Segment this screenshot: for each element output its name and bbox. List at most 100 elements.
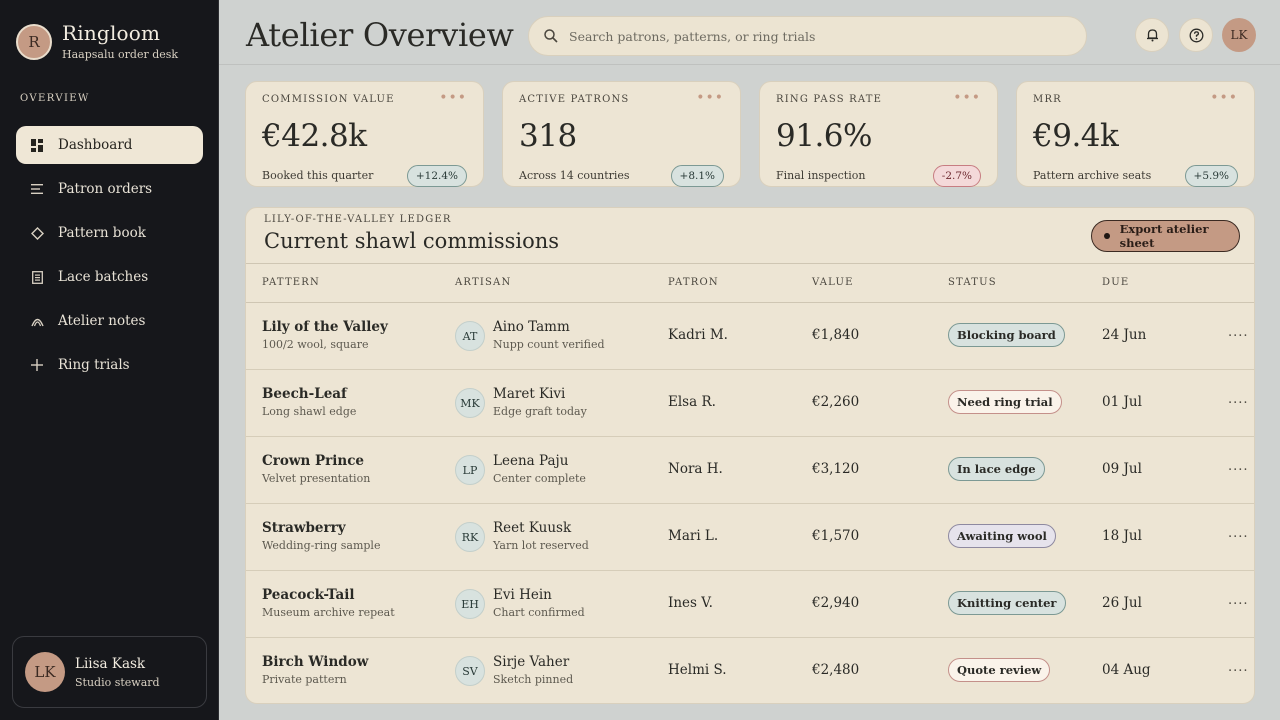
patron-name: Mari L. [668, 528, 719, 544]
sidebar-item-lace-batches[interactable]: Lace batches [16, 258, 203, 296]
due-date: 18 Jul [1102, 528, 1142, 544]
kpi-delta-badge: -2.7% [932, 165, 981, 187]
commissions-panel: LILY-OF-THE-VALLEY LEDGER Current shawl … [245, 207, 1255, 704]
sidebar-item-label: Ring trials [58, 357, 130, 373]
sidebar-nav: Dashboard Patron orders Pattern book Lac… [16, 126, 203, 390]
commission-value: €2,480 [812, 662, 860, 678]
patron-name: Elsa R. [668, 394, 716, 410]
list-icon [30, 182, 44, 196]
avatar: LP [455, 455, 485, 485]
more-icon[interactable]: ••• [439, 90, 467, 106]
sidebar-item-ring-trials[interactable]: Ring trials [16, 346, 203, 384]
artisan-name: Evi Hein [493, 587, 552, 603]
user-card[interactable]: LK Liisa Kask Studio steward [12, 636, 207, 708]
table-row[interactable]: Peacock-Tail Museum archive repeat EH Ev… [246, 571, 1254, 638]
more-icon[interactable]: .... [1228, 660, 1249, 675]
sidebar-item-label: Dashboard [58, 137, 133, 153]
column-header[interactable]: DUE [1102, 277, 1129, 288]
commission-value: €3,120 [812, 461, 860, 477]
kpi-card-active-patrons: ACTIVE PATRONS ••• 318 Across 14 countri… [502, 81, 741, 187]
table-row[interactable]: Strawberry Wedding-ring sample RK Reet K… [246, 504, 1254, 571]
status-badge: In lace edge [948, 457, 1045, 481]
column-header[interactable]: ARTISAN [455, 277, 511, 288]
artisan-note: Edge graft today [493, 405, 587, 418]
sidebar-item-atelier-notes[interactable]: Atelier notes [16, 302, 203, 340]
more-icon[interactable]: ••• [1210, 90, 1238, 106]
artisan-note: Sketch pinned [493, 673, 574, 686]
commission-value: €2,260 [812, 394, 860, 410]
pattern-detail: Wedding-ring sample [262, 539, 381, 552]
table-row[interactable]: Lily of the Valley 100/2 wool, square AT… [246, 303, 1254, 370]
export-button-label: Export atelier sheet [1119, 222, 1209, 250]
kpi-label: MRR [1033, 94, 1062, 105]
artisan-note: Chart confirmed [493, 606, 585, 619]
kpi-value: 318 [519, 118, 577, 154]
kpi-card-ring-pass-rate: RING PASS RATE ••• 91.6% Final inspectio… [759, 81, 998, 187]
brand[interactable]: R Ringloom Haapsalu order desk [16, 22, 178, 61]
pattern-name: Birch Window [262, 654, 369, 670]
bell-icon [1146, 29, 1158, 42]
avatar: LK [25, 652, 65, 692]
artisan-name: Reet Kuusk [493, 520, 572, 536]
sidebar-item-label: Patron orders [58, 181, 153, 197]
search-bar[interactable] [528, 16, 1087, 56]
notifications-button[interactable] [1135, 18, 1169, 52]
pattern-detail: Velvet presentation [262, 472, 371, 485]
sidebar-item-dashboard[interactable]: Dashboard [16, 126, 203, 164]
due-date: 24 Jun [1102, 327, 1147, 343]
table-row[interactable]: Beech-Leaf Long shawl edge MK Maret Kivi… [246, 370, 1254, 437]
pattern-detail: Private pattern [262, 673, 347, 686]
due-date: 04 Aug [1102, 662, 1151, 678]
user-name: Liisa Kask [75, 655, 146, 672]
avatar: SV [455, 656, 485, 686]
avatar: AT [455, 321, 485, 351]
status-badge: Awaiting wool [948, 524, 1056, 548]
search-input[interactable] [569, 28, 1049, 44]
more-icon[interactable]: .... [1228, 392, 1249, 407]
kpi-caption: Across 14 countries [519, 169, 630, 182]
status-badge: Quote review [948, 658, 1051, 682]
column-header[interactable]: PATRON [668, 277, 719, 288]
kpi-caption: Booked this quarter [262, 169, 374, 182]
commission-value: €1,570 [812, 528, 860, 544]
pattern-name: Crown Prince [262, 453, 365, 469]
column-header[interactable]: STATUS [948, 277, 997, 288]
header-avatar[interactable]: LK [1222, 18, 1256, 52]
due-date: 01 Jul [1102, 394, 1142, 410]
sidebar-item-pattern-book[interactable]: Pattern book [16, 214, 203, 252]
pattern-name: Peacock-Tail [262, 587, 355, 603]
kpi-label: COMMISSION VALUE [262, 94, 395, 105]
kpi-caption: Pattern archive seats [1033, 169, 1152, 182]
sidebar-item-patron-orders[interactable]: Patron orders [16, 170, 203, 208]
sidebar: R Ringloom Haapsalu order desk OVERVIEW … [0, 0, 219, 720]
more-icon[interactable]: .... [1228, 459, 1249, 474]
sidebar-item-label: Atelier notes [58, 313, 146, 329]
more-icon[interactable]: .... [1228, 325, 1249, 340]
column-header[interactable]: PATTERN [262, 277, 320, 288]
nav-section-label: OVERVIEW [20, 93, 90, 104]
table-row[interactable]: Crown Prince Velvet presentation LP Leen… [246, 437, 1254, 504]
notes-icon [30, 314, 44, 328]
artisan-name: Maret Kivi [493, 386, 566, 402]
kpi-label: RING PASS RATE [776, 94, 883, 105]
search-icon [544, 29, 558, 43]
table-row[interactable]: Birch Window Private pattern SV Sirje Va… [246, 638, 1254, 703]
panel-kicker: LILY-OF-THE-VALLEY LEDGER [264, 214, 452, 225]
status-badge: Need ring trial [948, 390, 1062, 414]
document-icon [30, 270, 44, 284]
export-button[interactable]: Export atelier sheet [1091, 220, 1240, 252]
artisan-note: Yarn lot reserved [493, 539, 589, 552]
due-date: 26 Jul [1102, 595, 1142, 611]
app-subtitle: Haapsalu order desk [62, 48, 179, 61]
kpi-label: ACTIVE PATRONS [519, 94, 630, 105]
more-icon[interactable]: .... [1228, 526, 1249, 541]
more-icon[interactable]: ••• [696, 90, 724, 106]
more-icon[interactable]: .... [1228, 593, 1249, 608]
more-icon[interactable]: ••• [953, 90, 981, 106]
patron-name: Nora H. [668, 461, 723, 477]
pattern-name: Strawberry [262, 520, 346, 536]
kpi-card-commission-value: COMMISSION VALUE ••• €42.8k Booked this … [245, 81, 484, 187]
help-button[interactable] [1179, 18, 1213, 52]
status-badge: Blocking board [948, 323, 1065, 347]
column-header[interactable]: VALUE [812, 277, 854, 288]
